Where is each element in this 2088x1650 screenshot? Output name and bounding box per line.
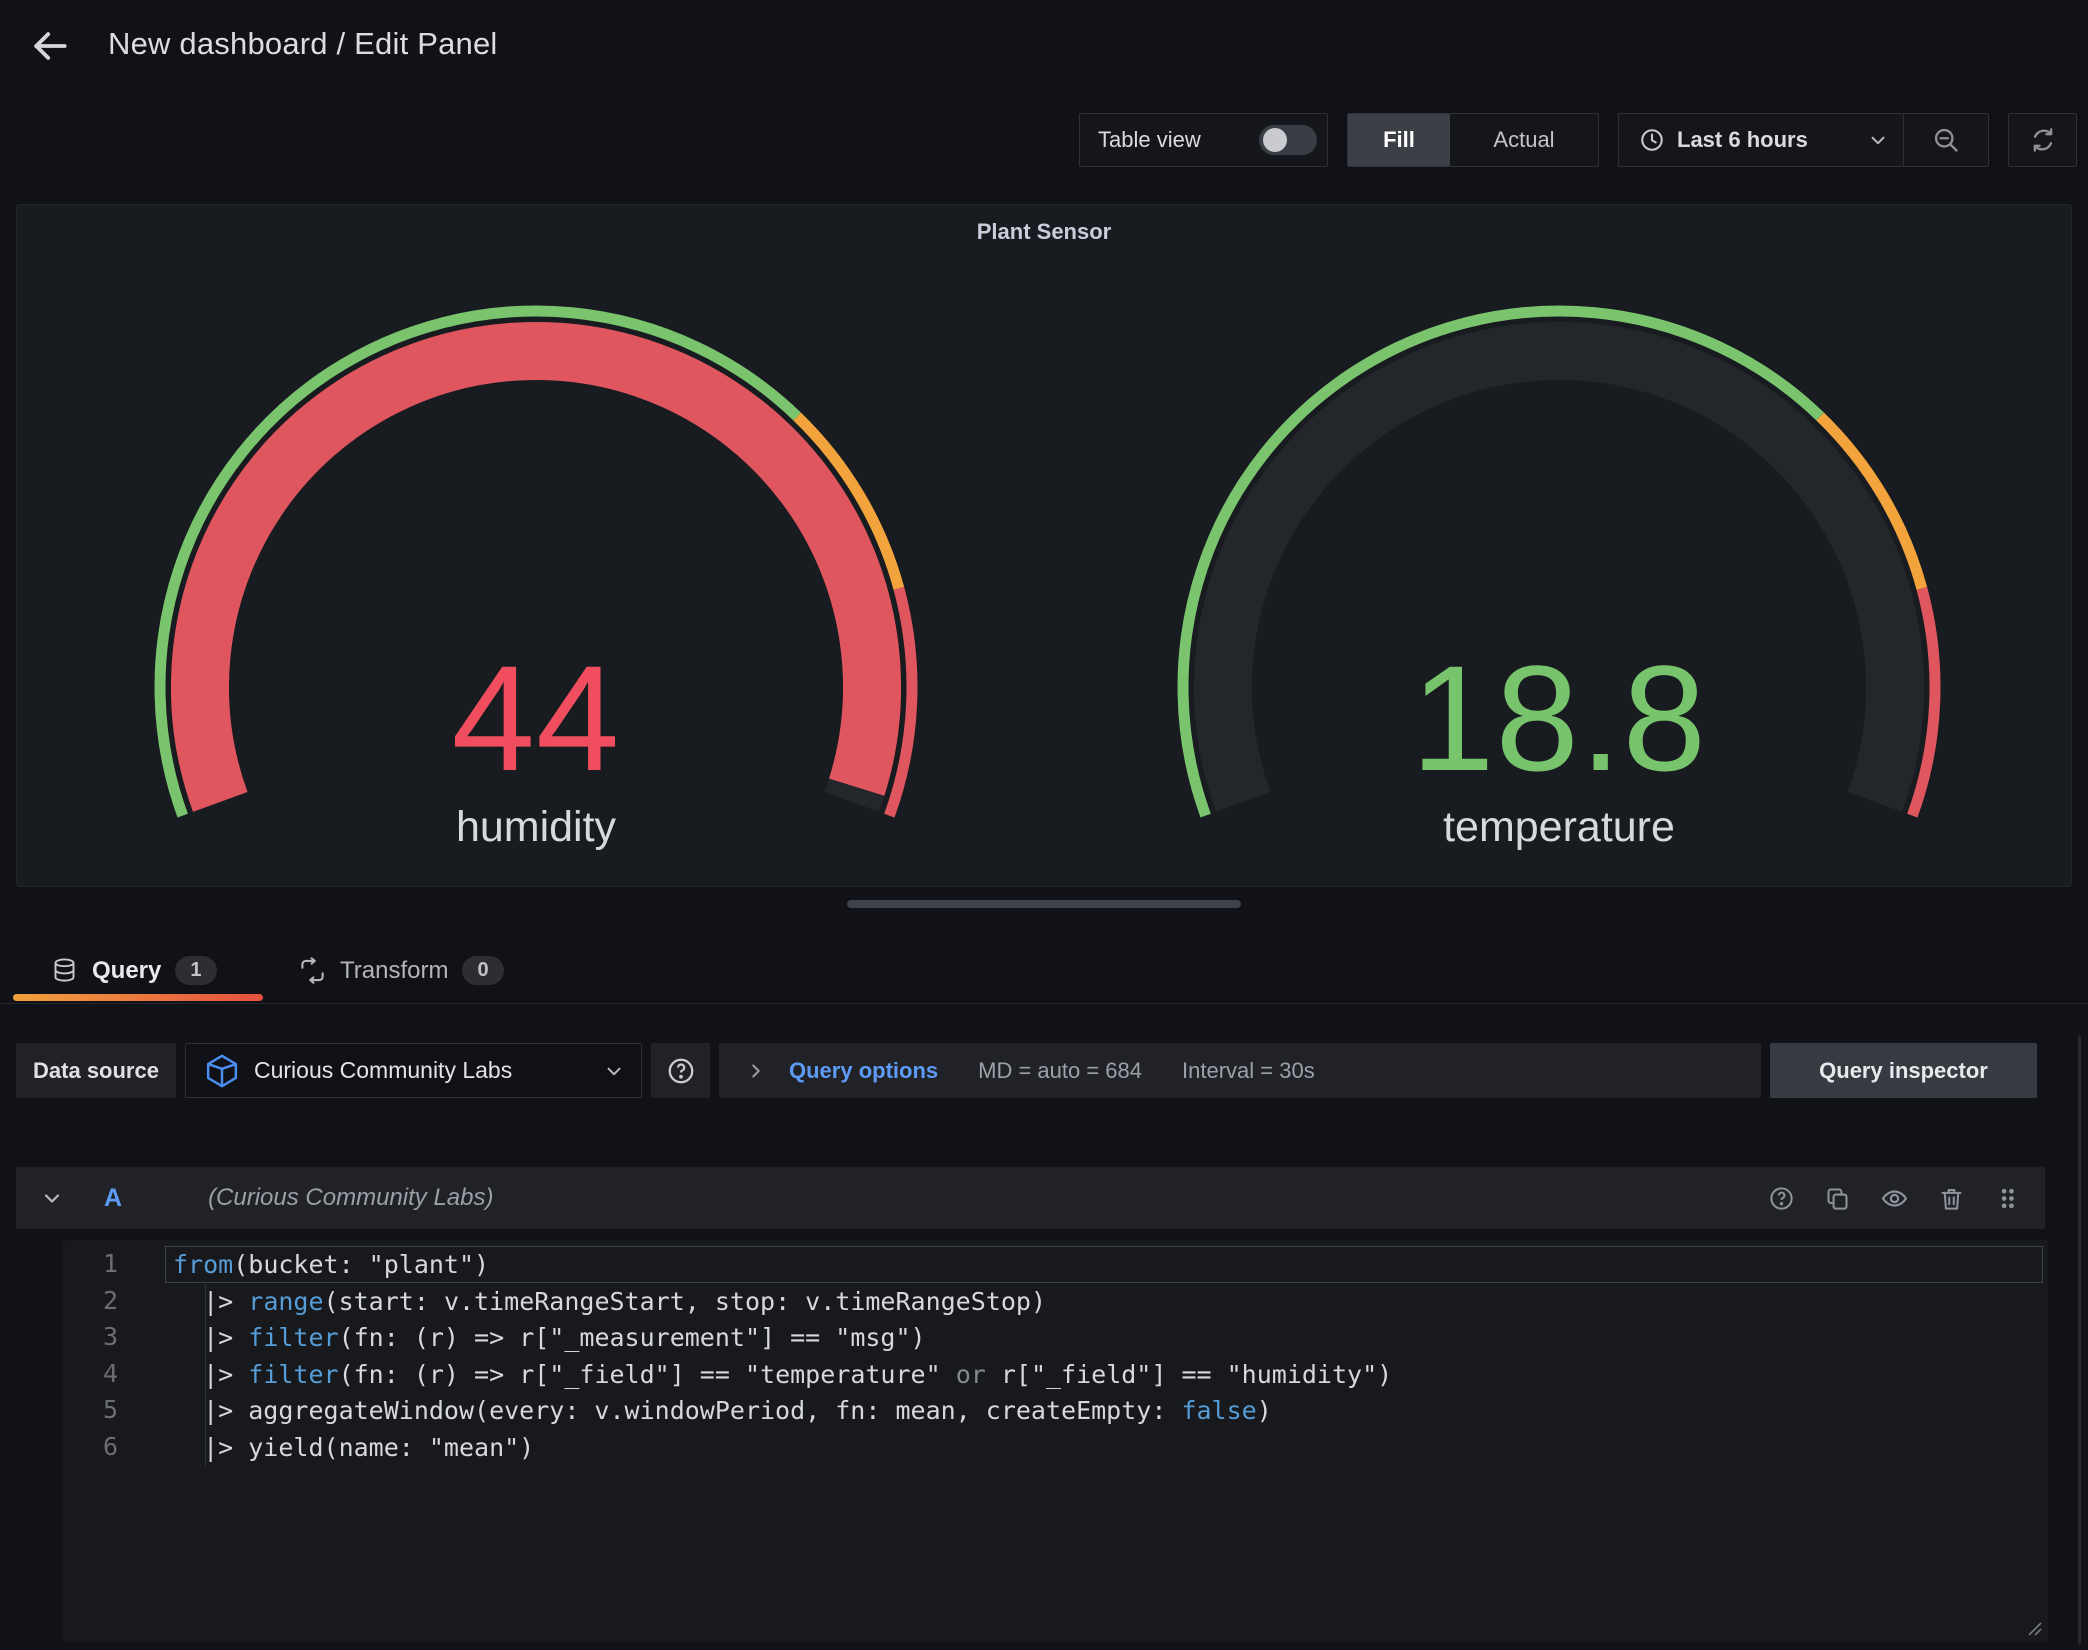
back-arrow-icon[interactable] — [28, 24, 72, 68]
help-circle-icon — [666, 1056, 696, 1086]
help-circle-icon[interactable] — [1768, 1185, 1795, 1212]
grip-icon[interactable] — [1994, 1185, 2021, 1212]
temperature-gauge: 18.8 temperature — [1169, 297, 1949, 863]
toggle-knob — [1263, 128, 1287, 152]
scrollbar[interactable] — [2078, 1035, 2081, 1645]
chevron-right-icon[interactable] — [745, 1060, 767, 1082]
interval-text: Interval = 30s — [1182, 1058, 1315, 1084]
grafana-edit-panel-page: New dashboard / Edit Panel Table view Fi… — [0, 0, 2088, 1650]
copy-icon[interactable] — [1824, 1185, 1851, 1212]
chevron-down-icon — [603, 1060, 625, 1082]
panel-toolbar: Table view Fill Actual Last 6 hours — [1079, 113, 2077, 167]
code-lines: from(bucket: "plant") |> range(start: v.… — [165, 1246, 2043, 1465]
temperature-value: 18.8 — [1169, 638, 1949, 798]
time-range-control: Last 6 hours — [1618, 113, 1989, 167]
database-icon — [51, 957, 78, 984]
query-options-toggle[interactable]: Query options — [789, 1058, 938, 1084]
refresh-button[interactable] — [2008, 113, 2077, 167]
trash-icon[interactable] — [1938, 1185, 1965, 1212]
flux-query-editor[interactable]: 123456 from(bucket: "plant") |> range(st… — [63, 1240, 2048, 1642]
query-datasource-hint: (Curious Community Labs) — [208, 1184, 493, 1212]
code-line[interactable]: |> yield(name: "mean") — [165, 1429, 2043, 1466]
query-ref-id: A — [104, 1184, 122, 1213]
collapse-chevron-icon[interactable] — [40, 1186, 64, 1210]
resize-corner-icon[interactable] — [2023, 1617, 2043, 1637]
page-title: New dashboard / Edit Panel — [108, 26, 498, 62]
code-line[interactable]: |> filter(fn: (r) => r["_field"] == "tem… — [165, 1356, 2043, 1393]
datasource-logo-icon — [204, 1053, 240, 1089]
tab-query-count-badge: 1 — [175, 956, 216, 985]
max-data-points-text: MD = auto = 684 — [978, 1058, 1142, 1084]
code-line[interactable]: |> aggregateWindow(every: v.windowPeriod… — [165, 1392, 2043, 1429]
code-line[interactable]: from(bucket: "plant") — [165, 1246, 2043, 1283]
line-number: 3 — [63, 1319, 118, 1356]
datasource-label: Data source — [16, 1043, 176, 1098]
temperature-label: temperature — [1169, 799, 1949, 855]
line-number: 1 — [63, 1246, 118, 1283]
datasource-name: Curious Community Labs — [254, 1057, 589, 1084]
indent-guide — [205, 1284, 206, 1466]
datasource-picker[interactable]: Curious Community Labs — [185, 1043, 642, 1098]
code-gutter: 123456 — [63, 1246, 118, 1465]
time-range-picker[interactable]: Last 6 hours — [1619, 127, 1903, 153]
tab-transform[interactable]: Transform 0 — [299, 938, 504, 1003]
zoom-out-button[interactable] — [1904, 114, 1988, 166]
actual-button[interactable]: Actual — [1450, 114, 1598, 166]
code-line[interactable]: |> range(start: v.timeRangeStart, stop: … — [165, 1283, 2043, 1320]
tab-transform-count-badge: 0 — [462, 956, 503, 985]
code-line[interactable]: |> filter(fn: (r) => r["_measurement"] =… — [165, 1319, 2043, 1356]
transform-icon — [299, 957, 326, 984]
line-number: 6 — [63, 1429, 118, 1466]
panel-resize-drag-handle[interactable] — [847, 900, 1241, 908]
table-view-toggle[interactable] — [1259, 125, 1317, 155]
eye-icon[interactable] — [1880, 1184, 1909, 1213]
line-number: 4 — [63, 1356, 118, 1393]
tab-transform-label: Transform — [340, 957, 448, 985]
editor-tabs: Query 1 Transform 0 — [0, 938, 2088, 1004]
query-row-a: A (Curious Community Labs) — [16, 1167, 2045, 1229]
active-tab-underline — [13, 994, 263, 1001]
refresh-icon — [2029, 126, 2057, 154]
datasource-help-button[interactable] — [651, 1043, 710, 1098]
query-row-actions — [1768, 1184, 2021, 1213]
plant-sensor-panel: Plant Sensor 44 humidity 18.8 temperatur… — [16, 204, 2072, 887]
panel-title: Plant Sensor — [17, 219, 2071, 245]
query-options-section: Query options MD = auto = 684 Interval =… — [719, 1043, 1761, 1098]
humidity-label: humidity — [146, 799, 926, 855]
line-number: 2 — [63, 1283, 118, 1320]
table-view-control: Table view — [1079, 113, 1328, 167]
chevron-down-icon — [1867, 129, 1889, 151]
query-bar: Data source Curious Community Labs Query… — [16, 1043, 2037, 1098]
tab-query-label: Query — [92, 957, 161, 985]
clock-icon — [1639, 127, 1665, 153]
humidity-value: 44 — [146, 638, 926, 798]
table-view-label: Table view — [1098, 127, 1201, 153]
fill-button[interactable]: Fill — [1348, 114, 1450, 166]
view-mode-segmented-control: Fill Actual — [1347, 113, 1599, 167]
time-range-label: Last 6 hours — [1677, 127, 1808, 153]
humidity-gauge: 44 humidity — [146, 297, 926, 863]
query-inspector-button[interactable]: Query inspector — [1770, 1043, 2037, 1098]
line-number: 5 — [63, 1392, 118, 1429]
